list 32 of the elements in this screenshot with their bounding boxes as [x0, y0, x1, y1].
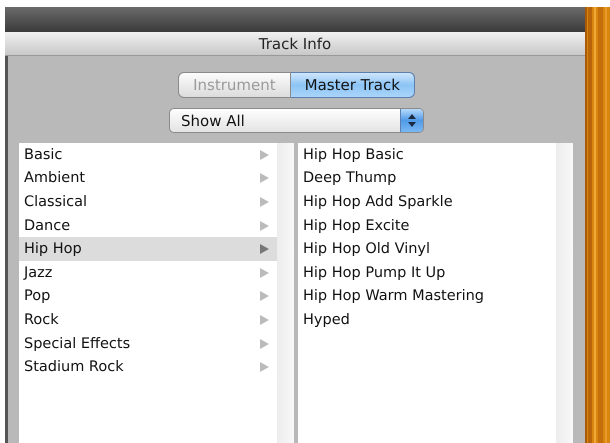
- submenu-arrow-icon: [260, 150, 269, 160]
- preset-item[interactable]: Hip Hop Pump It Up: [298, 260, 556, 285]
- category-item[interactable]: Stadium Rock: [19, 355, 277, 379]
- category-item[interactable]: Basic: [19, 143, 277, 167]
- submenu-arrow-icon: [260, 244, 269, 254]
- submenu-arrow-icon: [260, 173, 269, 184]
- submenu-arrow-icon: [260, 196, 269, 207]
- category-item[interactable]: Special Effects: [19, 332, 277, 356]
- preset-item[interactable]: Hip Hop Old Vinyl: [298, 237, 556, 261]
- submenu-arrow-icon: [260, 220, 269, 231]
- window-title: Track Info: [5, 32, 585, 56]
- show-popup[interactable]: Show All: [169, 108, 424, 133]
- segment-tab[interactable]: Master Track: [290, 72, 415, 98]
- category-item[interactable]: Hip Hop: [19, 237, 277, 261]
- stepper-arrows-icon: [408, 114, 416, 127]
- submenu-arrow-icon: [260, 338, 269, 349]
- preset-item[interactable]: Hip Hop Basic: [298, 143, 556, 167]
- preset-item[interactable]: Hip Hop Excite: [298, 214, 556, 238]
- preset-item[interactable]: Deep Thump: [298, 166, 556, 190]
- preset-item[interactable]: Hip Hop Warm Mastering: [298, 284, 556, 308]
- category-item[interactable]: Ambient: [19, 166, 277, 190]
- submenu-arrow-icon: [260, 291, 269, 302]
- submenu-arrow-icon: [260, 268, 269, 278]
- category-item[interactable]: Jazz: [19, 260, 277, 285]
- category-item[interactable]: Classical: [19, 190, 277, 214]
- submenu-arrow-icon: [260, 314, 269, 325]
- category-item[interactable]: Dance: [19, 214, 277, 238]
- preset-item[interactable]: Hyped: [298, 308, 556, 332]
- preset-item[interactable]: Hip Hop Add Sparkle: [298, 190, 556, 214]
- category-item[interactable]: Pop: [19, 284, 277, 308]
- submenu-arrow-icon: [260, 362, 269, 372]
- category-item[interactable]: Rock: [19, 308, 277, 332]
